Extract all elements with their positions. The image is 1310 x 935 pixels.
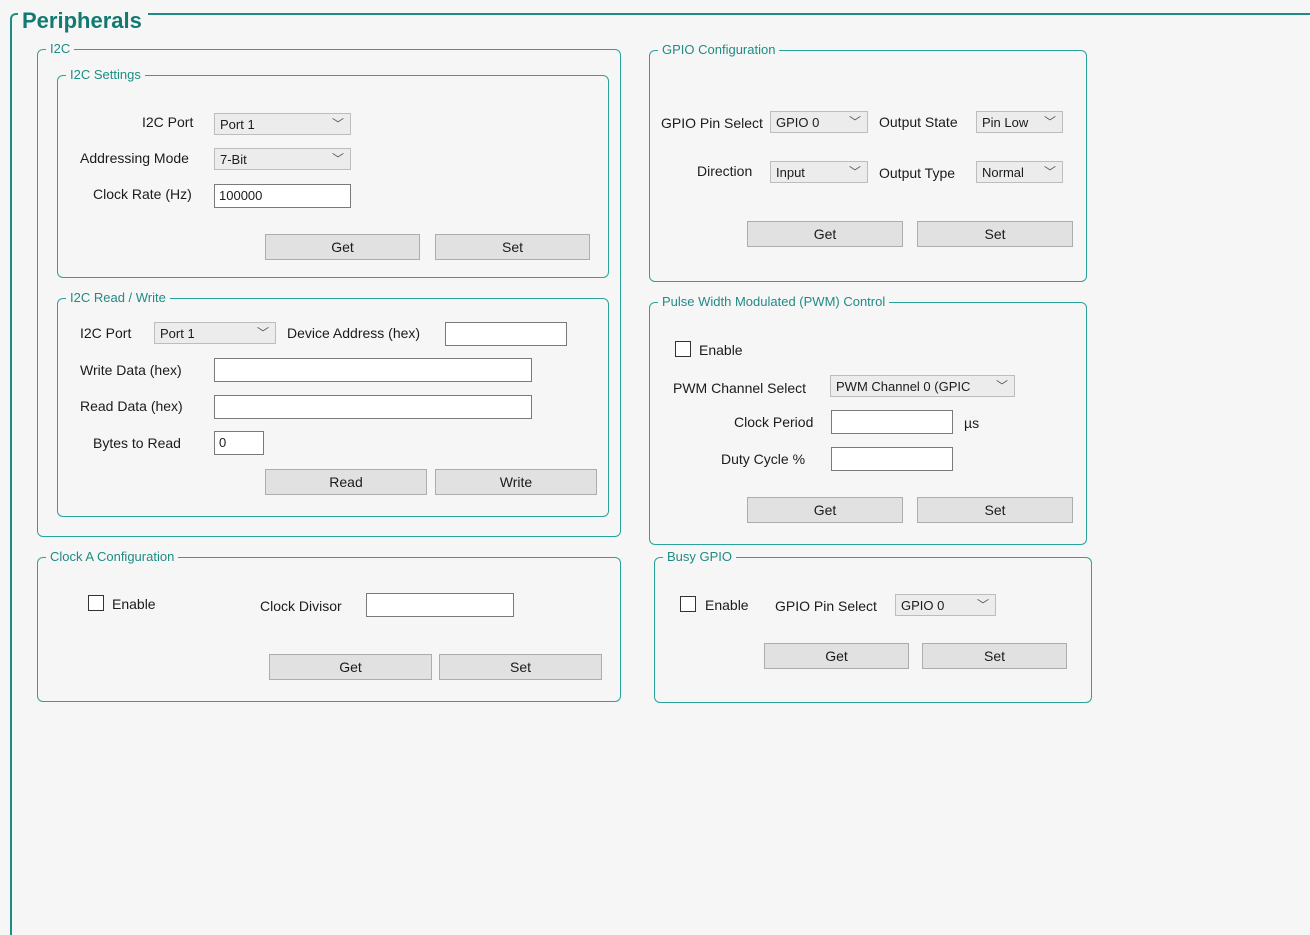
device-address-label: Device Address (hex) (287, 325, 421, 341)
i2c-settings-get-button[interactable]: Get (265, 234, 420, 260)
rw-i2c-port-label: I2C Port (80, 325, 132, 341)
pwm-channel-select[interactable]: PWM Channel 0 (GPIC ﹀ (830, 375, 1015, 397)
duty-cycle-input[interactable] (831, 447, 953, 471)
i2c-port-label: I2C Port (142, 114, 194, 130)
direction-select-value: Input (776, 165, 805, 180)
busy-gpio-pin-select[interactable]: GPIO 0 ﹀ (895, 594, 996, 616)
addressing-mode-select[interactable]: 7-Bit ﹀ (214, 148, 351, 170)
chevron-down-icon: ﹀ (848, 165, 861, 179)
bytes-to-read-input[interactable]: 0 (214, 431, 264, 455)
direction-label: Direction (697, 163, 753, 179)
gpio-pin-select-label: GPIO Pin Select (661, 115, 763, 131)
chevron-down-icon: ﹀ (995, 379, 1008, 393)
busy-gpio-group: Busy GPIO (654, 548, 1092, 703)
chevron-down-icon: ﹀ (1043, 165, 1056, 179)
busy-gpio-enable-label: Enable (705, 597, 749, 613)
clock-a-legend: Clock A Configuration (46, 548, 179, 566)
rw-i2c-port-select[interactable]: Port 1 ﹀ (154, 322, 276, 344)
i2c-port-select-value: Port 1 (220, 117, 255, 132)
busy-gpio-get-button[interactable]: Get (764, 643, 909, 669)
clock-a-enable-label: Enable (112, 596, 156, 612)
clock-a-group: Clock A Configuration (37, 548, 621, 702)
i2c-write-button[interactable]: Write (435, 469, 597, 495)
chevron-down-icon: ﹀ (256, 326, 269, 340)
bytes-to-read-label: Bytes to Read (93, 435, 181, 451)
clock-period-unit: µs (964, 415, 980, 431)
clock-a-set-button[interactable]: Set (439, 654, 602, 680)
pwm-set-button[interactable]: Set (917, 497, 1073, 523)
addressing-mode-label: Addressing Mode (80, 150, 189, 166)
chevron-down-icon: ﹀ (1043, 115, 1056, 129)
device-address-input[interactable] (445, 322, 567, 346)
output-type-select[interactable]: Normal ﹀ (976, 161, 1063, 183)
clock-period-label: Clock Period (734, 414, 814, 430)
gpio-get-button[interactable]: Get (747, 221, 903, 247)
rw-i2c-port-select-value: Port 1 (160, 326, 195, 341)
direction-select[interactable]: Input ﹀ (770, 161, 868, 183)
busy-gpio-enable-checkbox[interactable] (680, 596, 696, 612)
output-type-select-value: Normal (982, 165, 1024, 180)
busy-gpio-legend: Busy GPIO (663, 548, 737, 566)
chevron-down-icon: ﹀ (331, 117, 344, 131)
write-data-label: Write Data (hex) (80, 362, 182, 378)
chevron-down-icon: ﹀ (331, 152, 344, 166)
chevron-down-icon: ﹀ (976, 598, 989, 612)
page-title: Peripherals (18, 7, 148, 35)
gpio-pin-select[interactable]: GPIO 0 ﹀ (770, 111, 868, 133)
i2c-read-button[interactable]: Read (265, 469, 427, 495)
pwm-channel-select-value: PWM Channel 0 (GPIC (836, 379, 971, 394)
i2c-settings-legend: I2C Settings (66, 66, 145, 84)
busy-gpio-pin-select-label: GPIO Pin Select (775, 598, 877, 614)
clock-divisor-input[interactable] (366, 593, 514, 617)
read-data-output[interactable] (214, 395, 532, 419)
output-state-select[interactable]: Pin Low ﹀ (976, 111, 1063, 133)
clock-period-input[interactable] (831, 410, 953, 434)
i2c-port-select[interactable]: Port 1 ﹀ (214, 113, 351, 135)
gpio-set-button[interactable]: Set (917, 221, 1073, 247)
addressing-mode-select-value: 7-Bit (220, 152, 247, 167)
output-state-select-value: Pin Low (982, 115, 1029, 130)
gpio-config-legend: GPIO Configuration (658, 41, 780, 59)
pwm-enable-checkbox[interactable] (675, 341, 691, 357)
clock-a-get-button[interactable]: Get (269, 654, 432, 680)
i2c-read-write-legend: I2C Read / Write (66, 289, 170, 307)
clock-rate-label: Clock Rate (Hz) (93, 186, 192, 202)
output-type-label: Output Type (879, 165, 956, 181)
pwm-channel-label: PWM Channel Select (673, 380, 807, 396)
pwm-enable-label: Enable (699, 342, 743, 358)
gpio-pin-select-value: GPIO 0 (776, 115, 820, 130)
chevron-down-icon: ﹀ (848, 115, 861, 129)
clock-rate-input[interactable]: 100000 (214, 184, 351, 208)
clock-divisor-label: Clock Divisor (260, 598, 342, 614)
pwm-legend: Pulse Width Modulated (PWM) Control (658, 293, 890, 311)
clock-a-enable-checkbox[interactable] (88, 595, 104, 611)
read-data-label: Read Data (hex) (80, 398, 183, 414)
pwm-get-button[interactable]: Get (747, 497, 903, 523)
busy-gpio-pin-select-value: GPIO 0 (901, 598, 945, 613)
write-data-input[interactable] (214, 358, 532, 382)
i2c-group-legend: I2C (46, 40, 75, 58)
i2c-settings-set-button[interactable]: Set (435, 234, 590, 260)
duty-cycle-label: Duty Cycle % (721, 451, 806, 467)
output-state-label: Output State (879, 114, 958, 130)
busy-gpio-set-button[interactable]: Set (922, 643, 1067, 669)
